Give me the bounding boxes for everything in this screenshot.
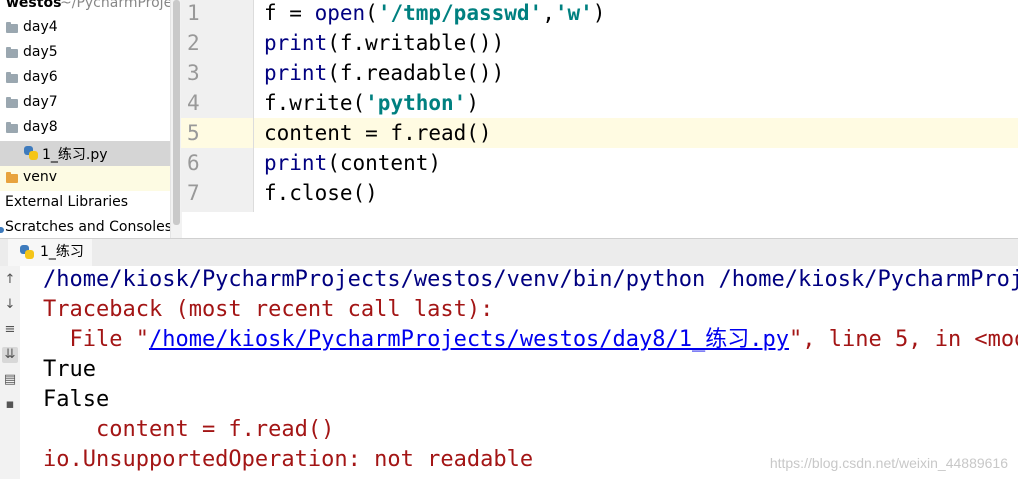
folder-icon — [6, 172, 18, 183]
tree-item-day6[interactable]: day6 — [0, 66, 170, 91]
tree-root-westos[interactable]: westos ~/PycharmProjects/westos — [0, 0, 170, 17]
code-line[interactable]: print(f.writable()) — [264, 28, 504, 58]
console-line: File "/home/kiosk/PycharmProjects/westos… — [43, 325, 1018, 355]
code-token: (f.readable()) — [327, 61, 505, 85]
code-token: '/tmp/passwd' — [377, 1, 543, 25]
tree-root-name: westos — [6, 0, 62, 11]
console-line: False — [43, 385, 109, 415]
project-tree-panel: westos ~/PycharmProjects/westos day4 day… — [0, 0, 170, 238]
folder-icon — [6, 47, 18, 58]
run-tab[interactable]: 1_练习 — [8, 239, 92, 266]
code-token: (content) — [327, 151, 442, 175]
scrollbar-thumb[interactable] — [173, 0, 180, 225]
code-token: content = f.read() — [264, 121, 492, 145]
console-text: io.UnsupportedOperation: not readable — [43, 447, 534, 472]
code-token: 'python' — [365, 91, 467, 115]
tree-item-label: External Libraries — [5, 194, 128, 210]
code-token: print — [264, 151, 328, 175]
tree-item-label: day7 — [23, 94, 58, 110]
code-token: print — [264, 31, 328, 55]
tree-item-day8[interactable]: day8 — [0, 116, 170, 141]
tree-item-label: day8 — [23, 119, 58, 135]
trash-icon[interactable]: ▪ — [2, 397, 18, 413]
line-number: 5 — [187, 121, 200, 145]
code-line[interactable]: content = f.read() — [264, 118, 492, 148]
line-number: 6 — [187, 151, 200, 175]
tree-item-day7[interactable]: day7 — [0, 91, 170, 116]
code-token: ) — [466, 91, 479, 115]
tree-item-label: Scratches and Consoles — [5, 219, 170, 235]
gutter-separator — [253, 0, 254, 212]
scratches-icon — [0, 227, 4, 233]
code-line[interactable]: f.write('python') — [264, 88, 479, 118]
tree-item-venv[interactable]: venv — [0, 166, 170, 191]
tree-root-path: ~/PycharmProjects/westos — [60, 0, 170, 11]
code-token: ( — [365, 1, 378, 25]
code-token: f.write( — [264, 91, 366, 115]
soft-wrap-icon[interactable]: ≡ — [2, 322, 18, 338]
tree-item-external-libraries[interactable]: External Libraries — [0, 191, 170, 216]
scroll-to-end-icon[interactable]: ⇊ — [2, 347, 18, 363]
code-token: ) — [592, 1, 606, 25]
line-number: 4 — [187, 91, 200, 115]
python-file-icon — [20, 245, 34, 259]
code-line[interactable]: f.close() — [264, 178, 378, 208]
tree-item-python-file[interactable]: 1_练习.py — [0, 141, 170, 166]
console-line: content = f.read() — [43, 415, 334, 445]
folder-icon — [6, 72, 18, 83]
tree-item-label: day6 — [23, 69, 58, 85]
run-console-output[interactable]: /home/kiosk/PycharmProjects/westos/venv/… — [20, 266, 1018, 479]
console-text: ", line 5, in <module> — [789, 327, 1018, 352]
console-text: True — [43, 357, 96, 382]
console-line: True — [43, 355, 96, 385]
line-number: 2 — [187, 31, 200, 55]
code-token: f.close() — [264, 181, 378, 205]
run-tab-label: 1_练习 — [40, 244, 84, 260]
console-text: File " — [43, 327, 149, 352]
tree-item-label: day4 — [23, 19, 58, 35]
console-line: Traceback (most recent call last): — [43, 295, 493, 325]
line-number: 3 — [187, 61, 200, 85]
code-token: , — [542, 1, 555, 25]
folder-icon — [6, 22, 18, 33]
watermark: https://blog.csdn.net/weixin_44889616 — [769, 455, 1008, 471]
arrow-down-icon[interactable]: ↓ — [2, 297, 18, 313]
code-line[interactable]: print(content) — [264, 148, 441, 178]
tree-item-day5[interactable]: day5 — [0, 41, 170, 66]
console-line: io.UnsupportedOperation: not readable — [43, 445, 533, 475]
folder-icon — [6, 97, 18, 108]
tree-item-day4[interactable]: day4 — [0, 16, 170, 41]
line-number: 7 — [187, 181, 200, 205]
tree-item-label: venv — [23, 169, 58, 185]
console-text: False — [43, 387, 110, 412]
folder-icon — [6, 122, 18, 133]
arrow-up-icon[interactable]: ↑ — [2, 272, 18, 288]
code-token: f = — [264, 1, 315, 25]
console-text: Traceback (most recent call last): — [43, 297, 494, 322]
console-line: /home/kiosk/PycharmProjects/westos/venv/… — [43, 266, 1018, 295]
code-line[interactable]: print(f.readable()) — [264, 58, 504, 88]
console-text: /home/kiosk/PycharmProjects/westos/venv/… — [43, 267, 1018, 292]
code-token: open — [314, 1, 366, 25]
console-text: content = f.read() — [43, 417, 335, 442]
tree-item-label: 1_练习.py — [42, 147, 108, 163]
code-token: (f.writable()) — [327, 31, 505, 55]
traceback-file-link[interactable]: /home/kiosk/PycharmProjects/westos/day8/… — [149, 327, 789, 352]
code-line[interactable]: f = open('/tmp/passwd','w') — [264, 0, 605, 28]
code-token: print — [264, 61, 328, 85]
line-number: 1 — [187, 1, 200, 25]
run-toolbar: ↑ ↓ ≡ ⇊ ▤ ▪ — [0, 266, 20, 479]
tree-item-label: day5 — [23, 44, 58, 60]
python-file-icon — [24, 146, 38, 160]
code-token: 'w' — [554, 1, 593, 25]
tree-item-scratches[interactable]: Scratches and Consoles — [0, 216, 170, 238]
print-icon[interactable]: ▤ — [2, 372, 18, 388]
run-tab-bar: 1_练习 — [0, 238, 1018, 267]
